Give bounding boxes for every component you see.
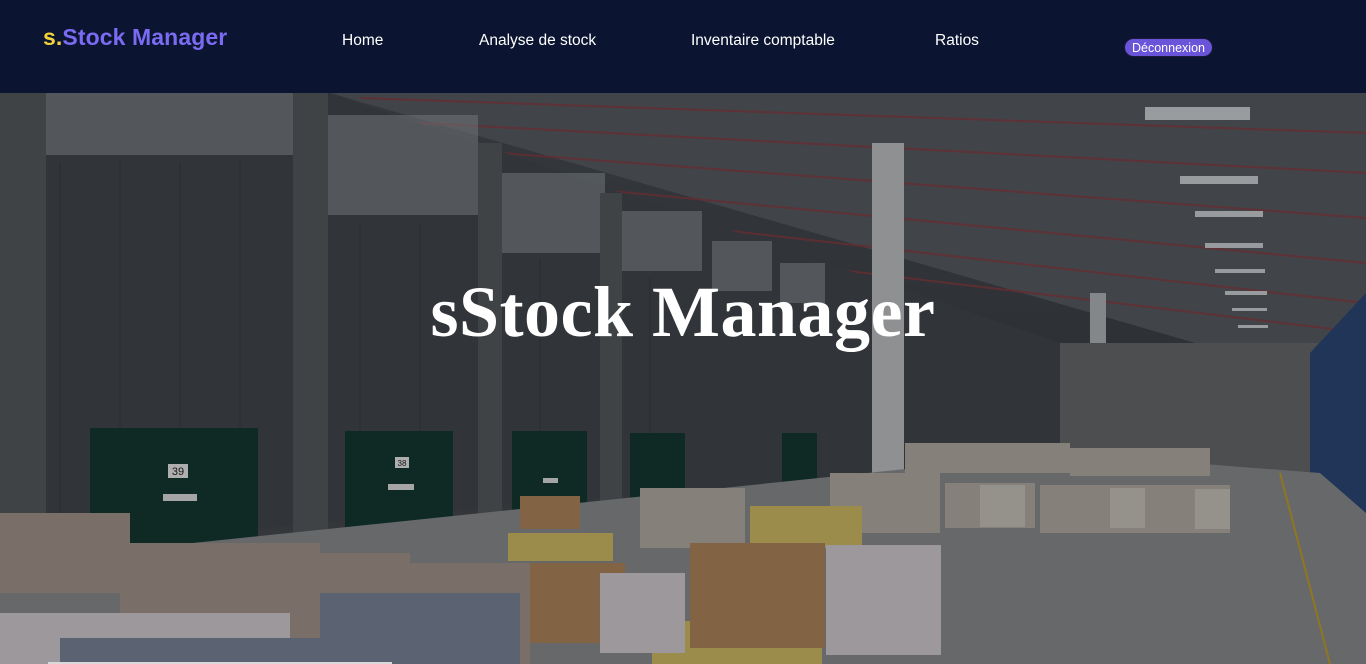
brand-name: Stock Manager: [62, 24, 228, 50]
logout-button[interactable]: Déconnexion: [1124, 38, 1213, 57]
nav-link-analyse-de-stock[interactable]: Analyse de stock: [479, 32, 596, 50]
hero-dark-overlay: [0, 93, 1366, 664]
nav-link-inventaire-comptable[interactable]: Inventaire comptable: [691, 32, 835, 50]
brand-prefix: s.: [43, 24, 63, 50]
navbar: s.Stock Manager Home Analyse de stock In…: [0, 0, 1366, 93]
nav-link-home[interactable]: Home: [342, 32, 383, 50]
nav-link-ratios[interactable]: Ratios: [935, 32, 979, 50]
brand-logo[interactable]: s.Stock Manager: [43, 24, 227, 51]
hero-banner: 39 38 sStock Manager: [0, 93, 1366, 664]
hero-title: sStock Manager: [430, 272, 936, 352]
